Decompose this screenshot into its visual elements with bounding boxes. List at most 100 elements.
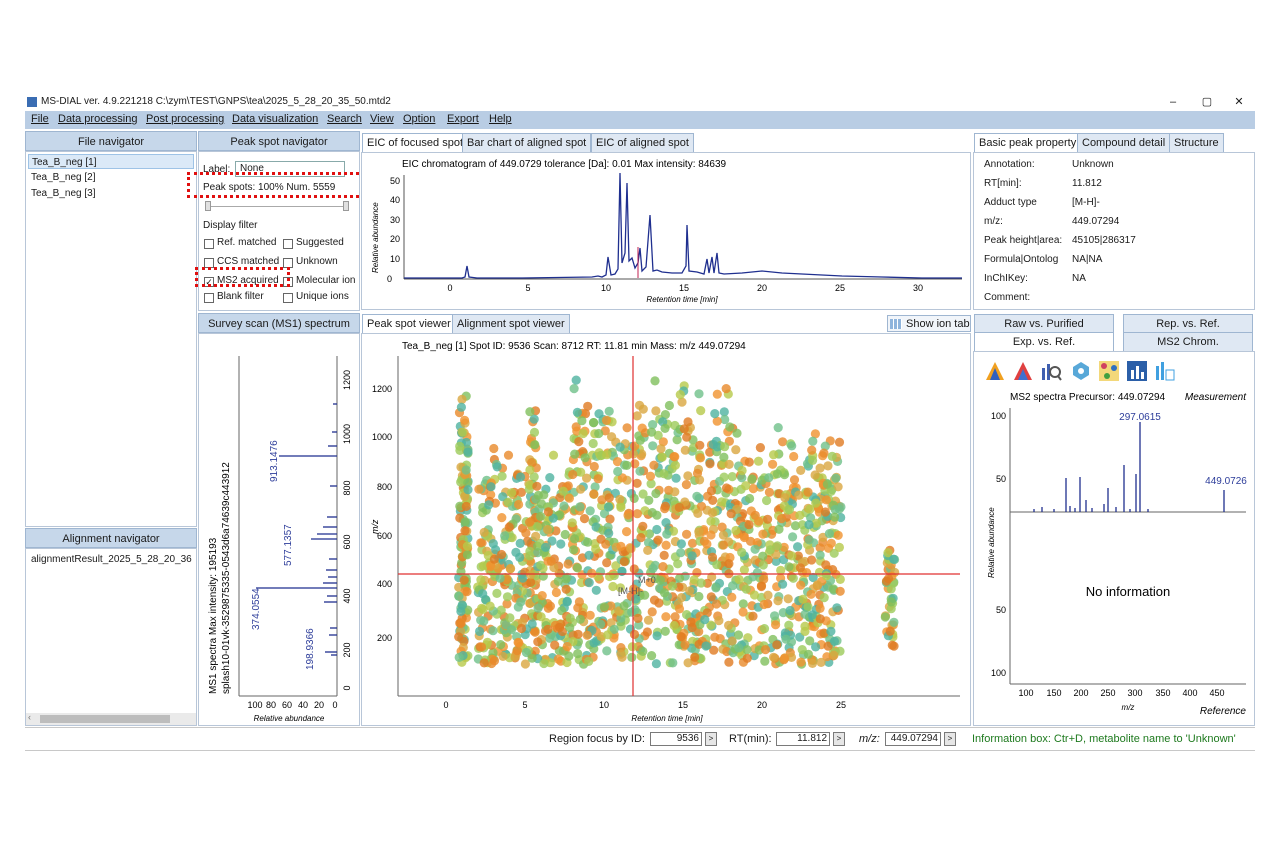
- mz-input[interactable]: 449.07294: [885, 732, 941, 746]
- spot-dot: [827, 451, 837, 461]
- tab-structure[interactable]: Structure: [1169, 133, 1224, 153]
- spot-dot: [456, 618, 466, 629]
- lipid-quant-icon[interactable]: [1154, 360, 1176, 382]
- horizontal-scrollbar[interactable]: ‹: [26, 712, 196, 725]
- menu-data-visualization[interactable]: Data visualization: [232, 113, 318, 125]
- spot-dot: [800, 626, 810, 636]
- spot-dot: [546, 556, 556, 566]
- spot-dot: [773, 423, 783, 433]
- mz-label: m/z:: [859, 733, 880, 745]
- spot-dot: [712, 389, 722, 399]
- search-icon[interactable]: [1040, 360, 1062, 382]
- spot-dot: [460, 526, 470, 536]
- highlight-box-ms2-acquired: [195, 267, 290, 287]
- spot-dot: [758, 551, 768, 561]
- spot-dot: [622, 423, 632, 433]
- spot-dot: [455, 445, 465, 455]
- spot-dot: [603, 502, 614, 512]
- menu-search[interactable]: Search: [327, 113, 362, 125]
- spot-dot: [532, 522, 543, 532]
- survey-scan-header: Survey scan (MS1) spectrum: [198, 313, 360, 333]
- spot-dot: [701, 641, 711, 651]
- spot-dot: [488, 539, 498, 549]
- spectrum-icon[interactable]: [984, 360, 1006, 382]
- spot-dot: [784, 620, 794, 630]
- menu-option[interactable]: Option: [403, 113, 435, 125]
- spot-dot: [475, 626, 485, 636]
- ref-matched-label: Ref. matched: [217, 237, 277, 248]
- spot-dot: [503, 450, 514, 460]
- tab-alignment-spot-viewer[interactable]: Alignment spot viewer: [452, 314, 570, 334]
- tab-basic-peak-property[interactable]: Basic peak property: [974, 133, 1082, 153]
- survey-mztick: 0: [342, 685, 352, 690]
- spot-dot: [541, 542, 551, 552]
- spot-dot: [461, 465, 471, 475]
- spot-dot: [584, 578, 594, 588]
- unique-ions-checkbox[interactable]: [283, 293, 293, 303]
- mirror-spectrum-icon[interactable]: [1012, 360, 1034, 382]
- spot-dot: [721, 483, 732, 493]
- spot-dot: [502, 592, 513, 602]
- spot-dot: [537, 591, 547, 601]
- slider-right-handle[interactable]: [343, 201, 349, 211]
- scrollbar-thumb[interactable]: [40, 715, 170, 723]
- spot-dot: [710, 632, 720, 642]
- tab-raw-vs-purified[interactable]: Raw vs. Purified: [974, 314, 1114, 334]
- spot-dot: [820, 507, 830, 517]
- menu-help[interactable]: Help: [489, 113, 512, 125]
- molecule-icon[interactable]: [1070, 360, 1092, 382]
- spot-dot: [812, 580, 822, 590]
- binvestigate-icon[interactable]: [1126, 360, 1148, 382]
- spot-dot: [462, 550, 472, 560]
- eic-chart-panel: EIC chromatogram of 449.0729 tolerance […: [361, 152, 971, 310]
- ref-matched-checkbox[interactable]: [204, 239, 214, 249]
- rt-input[interactable]: 11.812: [776, 732, 830, 746]
- eic-ytick: 50: [390, 176, 400, 186]
- spot-dot: [823, 461, 833, 471]
- menu-data-processing[interactable]: Data processing: [58, 113, 138, 125]
- region-id-input[interactable]: 9536: [650, 732, 702, 746]
- menu-post-processing[interactable]: Post processing: [146, 113, 224, 125]
- peak-spot-slider[interactable]: [205, 197, 349, 211]
- scroll-left-icon[interactable]: ‹: [28, 712, 31, 722]
- spot-dot: [880, 612, 890, 622]
- spot-dot: [605, 571, 615, 582]
- spot-dot: [543, 507, 553, 517]
- go-rt-button[interactable]: >: [833, 732, 845, 746]
- spot-dot: [603, 630, 613, 640]
- tab-compound-detail[interactable]: Compound detail: [1077, 133, 1171, 153]
- minimize-button[interactable]: –: [1163, 93, 1183, 111]
- tab-ms2-chrom[interactable]: MS2 Chrom.: [1123, 332, 1253, 352]
- tab-rep-vs-ref[interactable]: Rep. vs. Ref.: [1123, 314, 1253, 334]
- file-item[interactable]: Tea_B_neg [1]: [28, 154, 194, 169]
- slider-left-handle[interactable]: [205, 201, 211, 211]
- network-icon[interactable]: [1098, 360, 1120, 382]
- spot-dot: [741, 584, 751, 594]
- alignment-item[interactable]: alignmentResult_2025_5_28_20_36: [28, 552, 196, 567]
- tab-peak-spot-viewer[interactable]: Peak spot viewer: [362, 314, 456, 334]
- close-button[interactable]: ✕: [1229, 93, 1249, 111]
- spot-dot: [619, 601, 629, 611]
- suggested-checkbox[interactable]: [283, 239, 293, 249]
- survey-scan-chart: MS1 spectra Max intensity: 195193 splash…: [208, 356, 352, 723]
- show-ion-table-button[interactable]: Show ion tab: [887, 315, 971, 332]
- file-item[interactable]: Tea_B_neg [3]: [28, 186, 194, 201]
- tab-eic-aligned-spot[interactable]: EIC of aligned spot: [591, 133, 694, 153]
- tab-bar-chart-aligned-spot[interactable]: Bar chart of aligned spot: [462, 133, 592, 153]
- file-item[interactable]: Tea_B_neg [2]: [28, 170, 194, 185]
- tab-exp-vs-ref[interactable]: Exp. vs. Ref.: [974, 332, 1114, 352]
- tab-eic-focused-spot[interactable]: EIC of focused spot: [362, 133, 468, 153]
- spot-dot: [652, 524, 662, 535]
- go-id-button[interactable]: >: [705, 732, 717, 746]
- menu-export[interactable]: Export: [447, 113, 479, 125]
- go-mz-button[interactable]: >: [944, 732, 956, 746]
- peak-spot-scatter[interactable]: Tea_B_neg [1] Spot ID: 9536 Scan: 8712 R…: [362, 334, 970, 725]
- blank-filter-checkbox[interactable]: [204, 293, 214, 303]
- spot-dot: [635, 435, 645, 445]
- menu-file[interactable]: File: [31, 113, 49, 125]
- eic-ytick: 30: [390, 215, 400, 225]
- restore-button[interactable]: ▢: [1197, 93, 1217, 111]
- spot-dot: [594, 428, 604, 439]
- spot-dot: [454, 632, 464, 642]
- menu-view[interactable]: View: [370, 113, 394, 125]
